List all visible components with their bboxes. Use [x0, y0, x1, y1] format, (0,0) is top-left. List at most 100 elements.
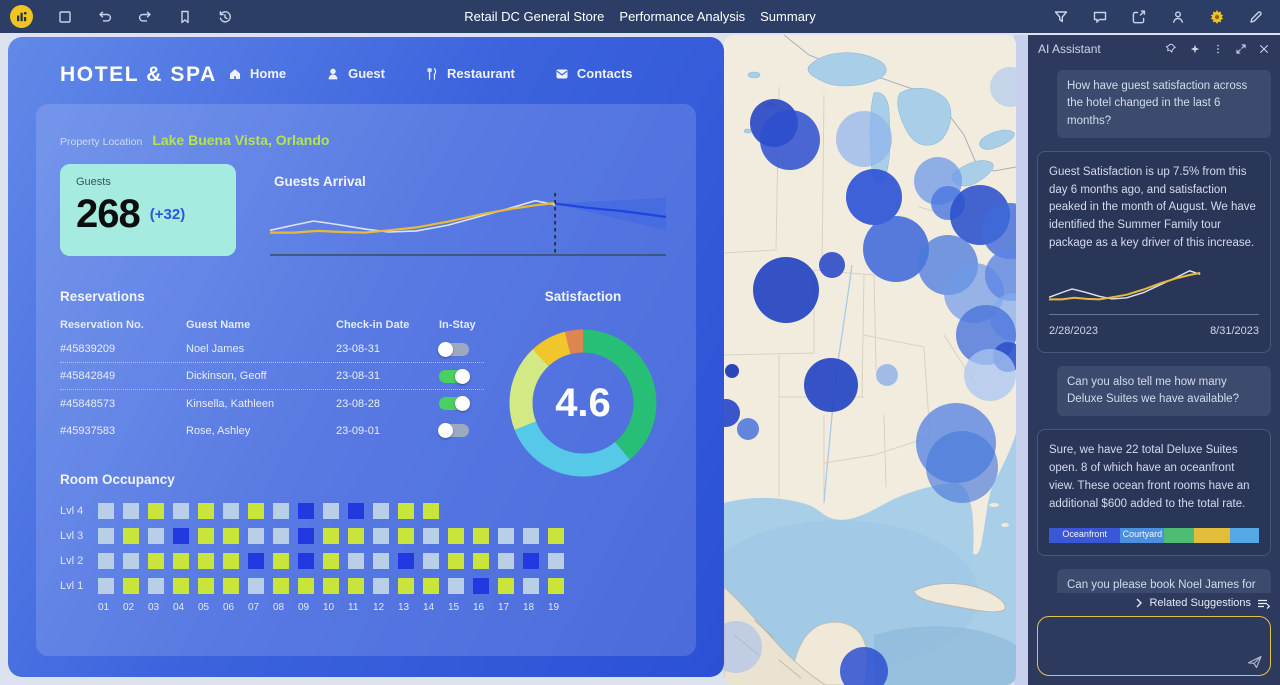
reservation-row[interactable]: #45839209 Noel James 23-08-31 — [60, 336, 484, 363]
assistant-message: Guest Satisfaction is up 7.5% from this … — [1037, 151, 1271, 353]
room-column-label: 12 — [373, 602, 398, 613]
sparkle-icon[interactable] — [1189, 43, 1201, 55]
checkin-date: 23-09-01 — [336, 425, 439, 437]
topbar-left-icons — [0, 5, 233, 28]
reservations-header: Guest Name — [186, 319, 336, 331]
redo-icon[interactable] — [137, 9, 153, 25]
hotel-nav: Home Guest Restaurant Contacts — [228, 66, 633, 81]
message-text: Can you also tell me how many Deluxe Sui… — [1067, 374, 1261, 409]
occupancy-cell — [298, 503, 314, 519]
map-scroll-strip[interactable] — [1014, 35, 1028, 685]
reservation-row[interactable]: #45848573 Kinsella, Kathleen 23-08-28 — [60, 390, 484, 417]
user-message: How have guest satisfaction across the h… — [1057, 70, 1271, 138]
geo-bubble-map[interactable] — [724, 35, 1016, 685]
pin-icon[interactable] — [1166, 43, 1178, 55]
nav-item-restaurant[interactable]: Restaurant — [425, 66, 515, 81]
expand-icon[interactable] — [1235, 43, 1247, 55]
related-suggestions[interactable]: Related Suggestions — [1038, 597, 1270, 609]
frame-icon[interactable] — [57, 9, 73, 25]
in-stay-toggle[interactable] — [439, 397, 469, 410]
message-text: Sure, we have 22 total Deluxe Suites ope… — [1049, 442, 1259, 513]
reservation-row[interactable]: #45937583 Rose, Ashley 23-09-01 — [60, 417, 484, 444]
room-column-label: 03 — [148, 602, 173, 613]
guests-delta: (+32) — [150, 206, 185, 223]
nav-item-contacts[interactable]: Contacts — [555, 66, 633, 81]
room-column-label: 02 — [123, 602, 148, 613]
room-column-label: 18 — [523, 602, 548, 613]
map-bubble — [926, 431, 998, 503]
room-column-label: 19 — [548, 602, 573, 613]
nav-item-guest[interactable]: Guest — [326, 66, 385, 81]
filter-icon[interactable] — [1053, 9, 1069, 25]
occupancy-cell — [98, 503, 114, 519]
suite-types-bar: OceanfrontCourtyard — [1049, 528, 1259, 543]
ai-badge-icon[interactable] — [1209, 9, 1225, 25]
nav-label: Restaurant — [447, 66, 515, 81]
kebab-icon[interactable] — [1212, 43, 1224, 55]
send-icon[interactable] — [1247, 654, 1263, 670]
occupancy-cell — [298, 578, 314, 594]
occupancy-cell — [248, 503, 264, 519]
assistant-header-icons — [1166, 43, 1270, 55]
occupancy-cell — [423, 553, 439, 569]
room-column-label: 07 — [248, 602, 273, 613]
suggestions-collapse-icon — [1257, 598, 1270, 609]
edit-icon[interactable] — [1248, 9, 1264, 25]
occupancy-cell — [273, 528, 289, 544]
share-icon[interactable] — [1131, 9, 1147, 25]
nav-label: Guest — [348, 66, 385, 81]
history-icon[interactable] — [217, 9, 233, 25]
occupancy-cell — [473, 528, 489, 544]
in-stay-toggle[interactable] — [439, 343, 469, 356]
level-label: Lvl 3 — [60, 530, 98, 542]
close-icon[interactable] — [1258, 43, 1270, 55]
in-stay-toggle[interactable] — [439, 424, 469, 437]
guest-icon — [326, 67, 340, 81]
app-logo-icon[interactable] — [10, 5, 33, 28]
room-column-label: 01 — [98, 602, 123, 613]
guest-name: Dickinson, Geoff — [186, 370, 336, 382]
chat-input[interactable] — [1044, 621, 1244, 671]
comment-icon[interactable] — [1092, 9, 1108, 25]
property-location-value: Lake Buena Vista, Orlando — [152, 132, 329, 148]
occupancy-cell — [373, 503, 389, 519]
user-message: Can you also tell me how many Deluxe Sui… — [1057, 366, 1271, 417]
contacts-icon — [555, 67, 569, 81]
occupancy-cell — [548, 528, 564, 544]
undo-icon[interactable] — [97, 9, 113, 25]
bookmark-icon[interactable] — [177, 9, 193, 25]
occupancy-cell — [523, 528, 539, 544]
chat-input-box[interactable] — [1037, 616, 1271, 676]
occupancy-cell — [548, 553, 564, 569]
level-label: Lvl 2 — [60, 555, 98, 567]
occupancy-cell — [323, 553, 339, 569]
occupancy-cell — [123, 528, 139, 544]
restaurant-icon — [425, 67, 439, 81]
in-stay-toggle[interactable] — [439, 370, 469, 383]
guest-name: Kinsella, Kathleen — [186, 398, 336, 410]
bar-segment — [1230, 528, 1259, 543]
user-icon[interactable] — [1170, 9, 1186, 25]
reservation-row[interactable]: #45842849 Dickinson, Geoff 23-08-31 — [60, 363, 484, 390]
occupancy-cell — [448, 528, 464, 544]
occupancy-grid: Lvl 4Lvl 3Lvl 2Lvl 101020304050607080910… — [60, 498, 573, 613]
occupancy-cell — [98, 553, 114, 569]
trend-end-date: 8/31/2023 — [1210, 323, 1259, 340]
map-bubble — [804, 358, 858, 412]
room-column-label: 13 — [398, 602, 423, 613]
guests-label: Guests — [76, 176, 220, 188]
level-label: Lvl 1 — [60, 580, 98, 592]
occupancy-cell — [373, 553, 389, 569]
room-column-label: 10 — [323, 602, 348, 613]
satisfaction-trend-chart: 2/28/2023 8/31/2023 — [1049, 263, 1259, 340]
occupancy-cell — [323, 503, 339, 519]
nav-item-home[interactable]: Home — [228, 66, 286, 81]
occupancy-cell — [473, 553, 489, 569]
occupancy-cell — [498, 553, 514, 569]
map-bubble — [737, 418, 759, 440]
occupancy-cell — [348, 578, 364, 594]
occupancy-cell — [148, 553, 164, 569]
map-bubble — [819, 252, 845, 278]
occupancy-cell — [273, 578, 289, 594]
property-location-row: Property Location Lake Buena Vista, Orla… — [60, 132, 329, 148]
